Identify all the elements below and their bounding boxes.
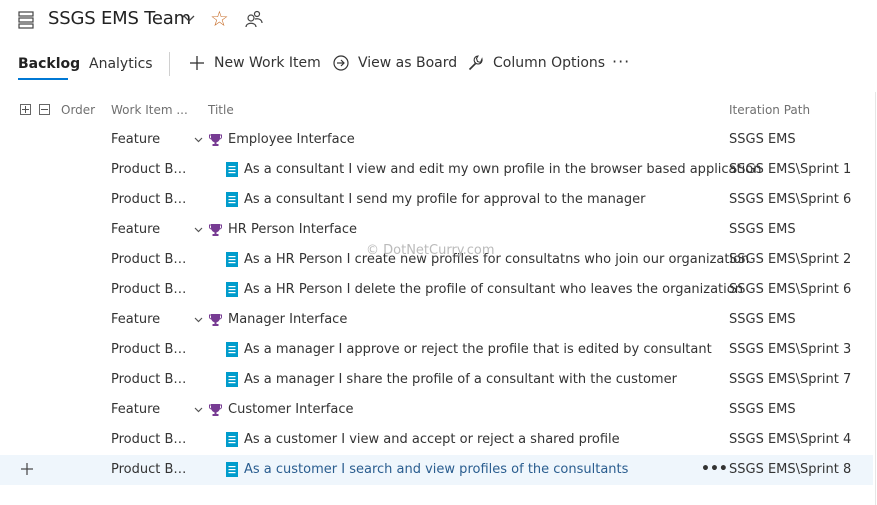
- iteration-path: SSGS EMS\Sprint 3: [729, 342, 852, 357]
- wrench-icon: [468, 55, 483, 71]
- work-item-type: Product Ba...: [111, 432, 187, 447]
- work-item-type: Product Ba...: [111, 162, 187, 177]
- view-as-board-label: View as Board: [358, 55, 458, 71]
- work-item-title[interactable]: Manager Interface: [228, 312, 347, 327]
- arrow-circle-icon: [333, 55, 349, 71]
- collapse-all-icon[interactable]: [39, 104, 50, 115]
- table-row[interactable]: Feature Employee Interface SSGS EMS: [0, 125, 873, 155]
- work-item-title[interactable]: As a consultant I send my profile for ap…: [244, 192, 645, 207]
- trophy-icon: [209, 134, 222, 146]
- watermark: © DotNetCurry.com: [366, 243, 495, 258]
- work-item-type: Feature: [111, 312, 161, 327]
- work-item-title[interactable]: As a customer I search and view profiles…: [244, 462, 628, 477]
- view-as-board-button[interactable]: View as Board: [333, 55, 457, 71]
- table-row[interactable]: Feature Manager Interface SSGS EMS: [0, 305, 873, 335]
- tab-backlog[interactable]: Backlog: [18, 56, 80, 72]
- column-header-work-item-type[interactable]: Work Item ...: [111, 103, 188, 117]
- trophy-icon: [209, 404, 222, 416]
- add-child-plus-icon[interactable]: [20, 462, 34, 476]
- work-item-title[interactable]: As a manager I approve or reject the pro…: [244, 342, 712, 357]
- iteration-path: SSGS EMS: [729, 312, 796, 327]
- work-item-title[interactable]: Employee Interface: [228, 132, 355, 147]
- backlog-toolbar: Backlog Analytics New Work Item View as …: [0, 46, 877, 84]
- product-backlog-item-icon: [226, 342, 238, 357]
- work-item-title[interactable]: As a HR Person I create new profiles for…: [244, 252, 749, 267]
- new-work-item-button[interactable]: New Work Item: [189, 55, 321, 71]
- iteration-path: SSGS EMS: [729, 402, 796, 417]
- work-item-title[interactable]: As a manager I share the profile of a co…: [244, 372, 677, 387]
- page-header: SSGS EMS Team ☆: [0, 0, 877, 40]
- product-backlog-item-icon: [226, 282, 238, 297]
- work-item-type: Product Ba...: [111, 282, 187, 297]
- chevron-down-icon[interactable]: [194, 227, 203, 233]
- column-header-iteration-path[interactable]: Iteration Path: [729, 103, 810, 117]
- row-more-actions-icon[interactable]: •••: [701, 461, 728, 477]
- product-backlog-item-icon: [226, 192, 238, 207]
- table-row[interactable]: Product Ba... As a consultant I view and…: [0, 155, 873, 185]
- trophy-icon: [209, 224, 222, 236]
- iteration-path: SSGS EMS: [729, 222, 796, 237]
- active-tab-indicator: [18, 78, 68, 80]
- work-item-type: Feature: [111, 132, 161, 147]
- work-item-title[interactable]: As a consultant I view and edit my own p…: [244, 162, 761, 177]
- chevron-down-icon[interactable]: [194, 137, 203, 143]
- panel-border: [875, 92, 876, 505]
- more-actions-icon[interactable]: ···: [612, 52, 630, 71]
- column-header-order[interactable]: Order: [61, 103, 95, 117]
- product-backlog-item-icon: [226, 432, 238, 447]
- table-row[interactable]: Product Ba... As a consultant I send my …: [0, 185, 873, 215]
- work-item-title[interactable]: As a customer I view and accept or rejec…: [244, 432, 620, 447]
- plus-icon: [190, 56, 204, 70]
- work-item-title[interactable]: HR Person Interface: [228, 222, 357, 237]
- iteration-path: SSGS EMS\Sprint 4: [729, 432, 852, 447]
- favorite-star-icon[interactable]: ☆: [210, 7, 229, 31]
- expand-all-icon[interactable]: [20, 104, 31, 115]
- table-row[interactable]: Product Ba... As a manager I approve or …: [0, 335, 873, 365]
- column-options-label: Column Options: [493, 55, 606, 71]
- tab-analytics[interactable]: Analytics: [89, 56, 153, 72]
- table-row[interactable]: Product Ba... As a HR Person I delete th…: [0, 275, 873, 305]
- work-item-type: Product Ba...: [111, 252, 187, 267]
- product-backlog-item-icon: [226, 162, 238, 177]
- iteration-path: SSGS EMS\Sprint 7: [729, 372, 852, 387]
- chevron-down-icon[interactable]: [194, 407, 203, 413]
- chevron-down-icon[interactable]: [194, 317, 203, 323]
- team-members-icon[interactable]: [245, 10, 263, 28]
- iteration-path: SSGS EMS\Sprint 8: [729, 462, 852, 477]
- table-row[interactable]: Product Ba... As a customer I view and a…: [0, 425, 873, 455]
- work-item-type: Product Ba...: [111, 372, 187, 387]
- table-row[interactable]: Feature HR Person Interface SSGS EMS: [0, 215, 873, 245]
- table-row[interactable]: Product Ba... As a manager I share the p…: [0, 365, 873, 395]
- product-backlog-item-icon: [226, 252, 238, 267]
- work-item-type: Product Ba...: [111, 192, 187, 207]
- work-item-type: Product Ba...: [111, 342, 187, 357]
- work-item-type: Feature: [111, 222, 161, 237]
- iteration-path: SSGS EMS\Sprint 1: [729, 162, 852, 177]
- toolbar-divider: [169, 52, 170, 76]
- iteration-path: SSGS EMS\Sprint 6: [729, 282, 852, 297]
- product-backlog-item-icon: [226, 372, 238, 387]
- chevron-down-icon[interactable]: [183, 14, 195, 24]
- column-header-title[interactable]: Title: [208, 103, 234, 117]
- column-options-button[interactable]: Column Options: [468, 55, 605, 71]
- iteration-path: SSGS EMS\Sprint 2: [729, 252, 852, 267]
- team-name[interactable]: SSGS EMS Team: [48, 8, 191, 29]
- trophy-icon: [209, 314, 222, 326]
- work-item-title[interactable]: As a HR Person I delete the profile of c…: [244, 282, 743, 297]
- table-row-selected[interactable]: Product Ba... As a customer I search and…: [0, 455, 873, 485]
- iteration-path: SSGS EMS: [729, 132, 796, 147]
- work-item-title[interactable]: Customer Interface: [228, 402, 353, 417]
- work-item-type: Feature: [111, 402, 161, 417]
- product-backlog-item-icon: [226, 462, 238, 477]
- table-row[interactable]: Feature Customer Interface SSGS EMS: [0, 395, 873, 425]
- backlog-icon: [18, 11, 34, 29]
- work-item-type: Product Ba...: [111, 462, 187, 477]
- new-work-item-label: New Work Item: [214, 55, 321, 71]
- iteration-path: SSGS EMS\Sprint 6: [729, 192, 852, 207]
